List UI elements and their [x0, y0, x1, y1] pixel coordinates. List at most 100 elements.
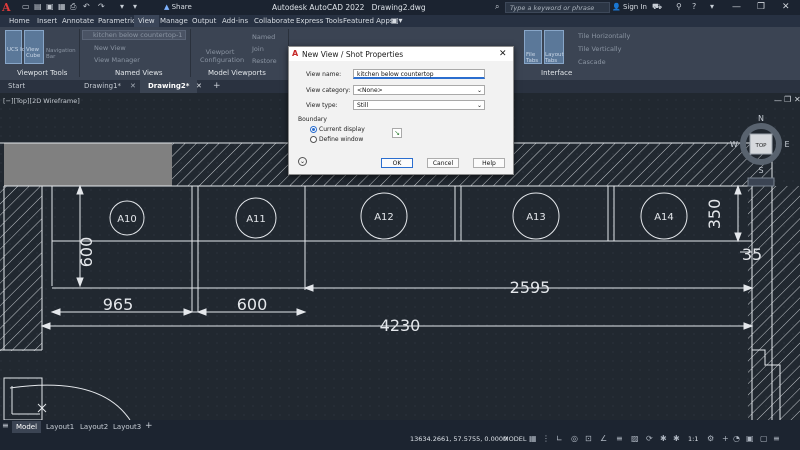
help-dropdown-icon[interactable]: ▾	[710, 2, 714, 11]
help-icon[interactable]: ?	[692, 2, 696, 11]
model-space-button[interactable]: MODEL	[503, 435, 526, 443]
customization-icon[interactable]: ≡	[773, 434, 780, 443]
add-layout-button[interactable]: +	[145, 421, 153, 431]
tab-start[interactable]: Start	[0, 80, 33, 93]
define-window-radio[interactable]	[310, 136, 317, 143]
save-as-icon[interactable]: ▦	[58, 2, 66, 11]
wcs-menu[interactable]	[747, 177, 775, 187]
lineweight-icon[interactable]: ≡	[616, 434, 623, 443]
join-viewports-button[interactable]: Join	[252, 45, 264, 53]
plus-icon[interactable]: +	[722, 434, 729, 443]
ok-button[interactable]: OK	[381, 158, 413, 168]
tab-featured-apps[interactable]: Featured Apps	[343, 17, 393, 25]
workspace-dropdown[interactable]: ▾	[120, 2, 124, 11]
viewcube-east[interactable]: E	[784, 140, 789, 149]
cart-icon[interactable]: ⛟	[652, 2, 662, 12]
tab-layout1[interactable]: Layout1	[42, 421, 78, 433]
viewport-close-icon[interactable]: ✕	[794, 95, 800, 104]
viewcube-south[interactable]: S	[758, 166, 763, 175]
maximize-button[interactable]: ❐	[757, 2, 765, 12]
new-tab-button[interactable]: +	[213, 81, 221, 91]
dim-600-horizontal: 600	[237, 295, 268, 314]
grid-icon[interactable]: ▦	[529, 434, 537, 443]
tab-model[interactable]: Model	[12, 421, 42, 433]
share-button[interactable]: ▲ Share	[164, 3, 192, 11]
plot-icon[interactable]: ⎙	[70, 2, 76, 12]
viewport-controls-label[interactable]: [−][Top][2D Wireframe]	[3, 97, 80, 105]
cancel-button[interactable]: Cancel	[427, 158, 459, 168]
close-tab-icon[interactable]: ✕	[130, 82, 136, 90]
restore-viewports-button[interactable]: Restore	[252, 57, 277, 65]
search-input[interactable]: Type a keyword or phrase	[505, 2, 610, 13]
tile-vertically-button[interactable]: Tile Vertically	[578, 45, 621, 53]
tab-parametric[interactable]: Parametric	[98, 17, 136, 25]
selection-cycling-icon[interactable]: ⟳	[646, 434, 653, 443]
auto-scale-icon[interactable]: ✱	[673, 434, 680, 443]
tab-manage[interactable]: Manage	[160, 17, 188, 25]
viewport-minimize-icon[interactable]: —	[774, 96, 782, 105]
ortho-icon[interactable]: ∟	[556, 434, 563, 443]
tab-express-tools[interactable]: Express Tools	[296, 17, 343, 25]
annotation-visibility-icon[interactable]: ✱	[660, 434, 667, 443]
tab-home[interactable]: Home	[9, 17, 30, 25]
isolate-icon[interactable]: ◔	[733, 434, 740, 443]
close-tab-icon[interactable]: ✕	[196, 82, 202, 90]
open-icon[interactable]: ▤	[34, 2, 42, 11]
link-icon[interactable]: ⚲	[676, 2, 682, 11]
new-icon[interactable]: ▭	[22, 2, 30, 11]
tab-annotate[interactable]: Annotate	[62, 17, 94, 25]
view-manager-button[interactable]: View Manager	[94, 56, 140, 64]
view-category-select[interactable]: <None> ⌄	[353, 85, 485, 95]
search-icon[interactable]: ⌕	[495, 2, 499, 12]
undo-icon[interactable]: ↶	[83, 2, 90, 11]
hardware-acceleration-icon[interactable]: ▣	[746, 434, 754, 443]
named-viewports-button[interactable]: Named	[252, 33, 275, 41]
save-icon[interactable]: ▣	[46, 2, 54, 11]
minimize-button[interactable]: —	[732, 2, 741, 12]
osnap-icon[interactable]: ⊡	[585, 434, 592, 443]
redo-icon[interactable]: ↷	[98, 2, 105, 11]
cascade-button[interactable]: Cascade	[578, 58, 606, 66]
navigation-bar-button[interactable]: Navigation Bar	[46, 48, 78, 60]
view-name-input[interactable]: kitchen below countertop	[353, 69, 485, 79]
layout-menu-icon[interactable]: ≡	[2, 421, 9, 430]
tab-drawing1[interactable]: Drawing1*	[76, 80, 129, 93]
coordinates-readout[interactable]: 13634.2661, 57.5755, 0.0000	[410, 435, 507, 443]
tab-drawing2[interactable]: Drawing2*	[140, 80, 198, 93]
tab-collaborate[interactable]: Collaborate	[254, 17, 294, 25]
tab-layout3[interactable]: Layout3	[109, 421, 145, 433]
close-button[interactable]: ✕	[782, 2, 790, 12]
viewcube-top[interactable]: TOP	[754, 143, 767, 149]
annotation-scale[interactable]: 1:1	[688, 435, 698, 443]
viewcube-north[interactable]: N	[758, 114, 764, 123]
help-button[interactable]: Help	[473, 158, 505, 168]
view-type-select[interactable]: Still ⌄	[353, 100, 485, 110]
current-display-radio[interactable]	[310, 126, 317, 133]
tile-horizontally-button[interactable]: Tile Horizontally	[578, 32, 630, 40]
transparency-icon[interactable]: ▨	[631, 434, 639, 443]
tab-layout2[interactable]: Layout2	[76, 421, 112, 433]
dialog-close-button[interactable]: ✕	[499, 49, 507, 59]
viewport-configuration-button[interactable]: Viewport Configuration	[200, 48, 244, 64]
sign-in-button[interactable]: 👤 Sign In	[612, 3, 647, 11]
tab-add-ins[interactable]: Add-ins	[222, 17, 248, 25]
tab-output[interactable]: Output	[192, 17, 216, 25]
viewport-restore-icon[interactable]: ❐	[784, 95, 791, 104]
viewcube-west[interactable]: W	[730, 140, 738, 149]
workspace-gear-icon[interactable]: ⚙	[707, 434, 714, 443]
clean-screen-icon[interactable]: ▢	[760, 434, 768, 443]
snap-icon[interactable]: ⋮	[542, 434, 550, 443]
dropdown-arrow-icon[interactable]: ▾	[133, 2, 137, 11]
new-view-button[interactable]: New View	[94, 44, 126, 52]
define-window-pick-icon[interactable]: ↘	[392, 128, 402, 138]
tab-insert[interactable]: Insert	[37, 17, 57, 25]
otrack-icon[interactable]: ∠	[600, 434, 607, 443]
ribbon-options-icon[interactable]: ▣▾	[391, 16, 403, 25]
view-dropdown[interactable]: kitchen below countertop-1	[82, 30, 186, 40]
expand-icon[interactable]: ⌄	[298, 157, 307, 166]
view-name-label: View name:	[306, 71, 342, 78]
autocad-logo-icon[interactable]: A	[2, 1, 18, 14]
define-window-label: Define window	[319, 136, 364, 143]
polar-icon[interactable]: ◎	[571, 434, 578, 443]
tab-view[interactable]: View	[134, 15, 159, 27]
